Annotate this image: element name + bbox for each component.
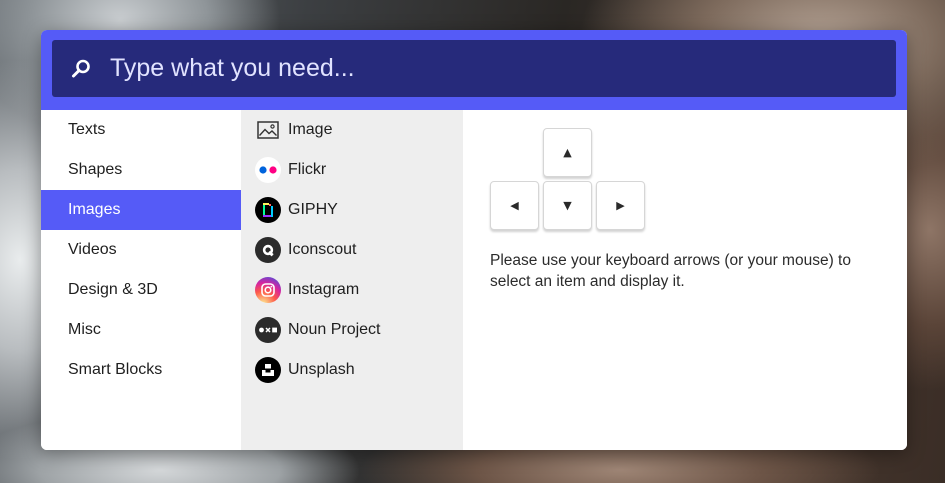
keyboard-hint: Please use your keyboard arrows (or your… (490, 252, 851, 290)
category-texts[interactable]: Texts (41, 110, 241, 150)
arrow-up-key[interactable]: ▲ (543, 128, 592, 177)
preview-area: ▲ ◀ ▼ ▶ Please use your keyboard arrows … (463, 110, 907, 450)
arrow-down-key[interactable]: ▼ (543, 181, 592, 230)
category-images[interactable]: Images (41, 190, 241, 230)
source-flickr[interactable]: Flickr (241, 150, 463, 190)
source-noun-project[interactable]: Noun Project (241, 310, 463, 350)
arrow-left-icon: ◀ (510, 199, 519, 212)
unsplash-icon (255, 357, 281, 383)
source-label: Flickr (288, 161, 327, 178)
category-label: Design & 3D (68, 281, 158, 298)
search-icon (70, 58, 92, 80)
iconscout-icon (255, 237, 281, 263)
arrow-up-icon: ▲ (563, 146, 572, 159)
category-shapes[interactable]: Shapes (41, 150, 241, 190)
category-label: Images (68, 201, 121, 218)
category-videos[interactable]: Videos (41, 230, 241, 270)
arrow-right-icon: ▶ (616, 199, 625, 212)
category-smart-blocks[interactable]: Smart Blocks (41, 350, 241, 390)
arrow-right-key[interactable]: ▶ (596, 181, 645, 230)
source-label: GIPHY (288, 201, 338, 218)
source-label: Noun Project (288, 321, 381, 338)
source-label: Unsplash (288, 361, 355, 378)
category-label: Shapes (68, 161, 123, 178)
category-design-3d[interactable]: Design & 3D (41, 270, 241, 310)
category-label: Misc (68, 321, 101, 338)
source-label: Iconscout (288, 241, 357, 258)
arrow-left-key[interactable]: ◀ (490, 181, 539, 230)
source-list: Image Flickr GIPHY Iconscout Instagram N… (241, 110, 463, 450)
giphy-icon (255, 197, 281, 223)
search-box[interactable] (52, 40, 896, 97)
source-giphy[interactable]: GIPHY (241, 190, 463, 230)
search-bar (41, 30, 907, 110)
source-label: Instagram (288, 281, 360, 298)
category-label: Videos (68, 241, 117, 258)
category-misc[interactable]: Misc (41, 310, 241, 350)
insert-panel: Texts Shapes Images Videos Design & 3D M… (41, 30, 907, 450)
image-icon (255, 117, 281, 143)
source-image[interactable]: Image (241, 110, 463, 150)
flickr-icon (255, 157, 281, 183)
arrow-down-icon: ▼ (563, 199, 572, 212)
source-iconscout[interactable]: Iconscout (241, 230, 463, 270)
instagram-icon (255, 277, 281, 303)
category-label: Texts (68, 121, 106, 138)
category-list: Texts Shapes Images Videos Design & 3D M… (41, 110, 241, 450)
search-input[interactable] (110, 48, 896, 89)
source-unsplash[interactable]: Unsplash (241, 350, 463, 390)
category-label: Smart Blocks (68, 361, 163, 378)
source-instagram[interactable]: Instagram (241, 270, 463, 310)
noun-project-icon (255, 317, 281, 343)
source-label: Image (288, 121, 333, 138)
